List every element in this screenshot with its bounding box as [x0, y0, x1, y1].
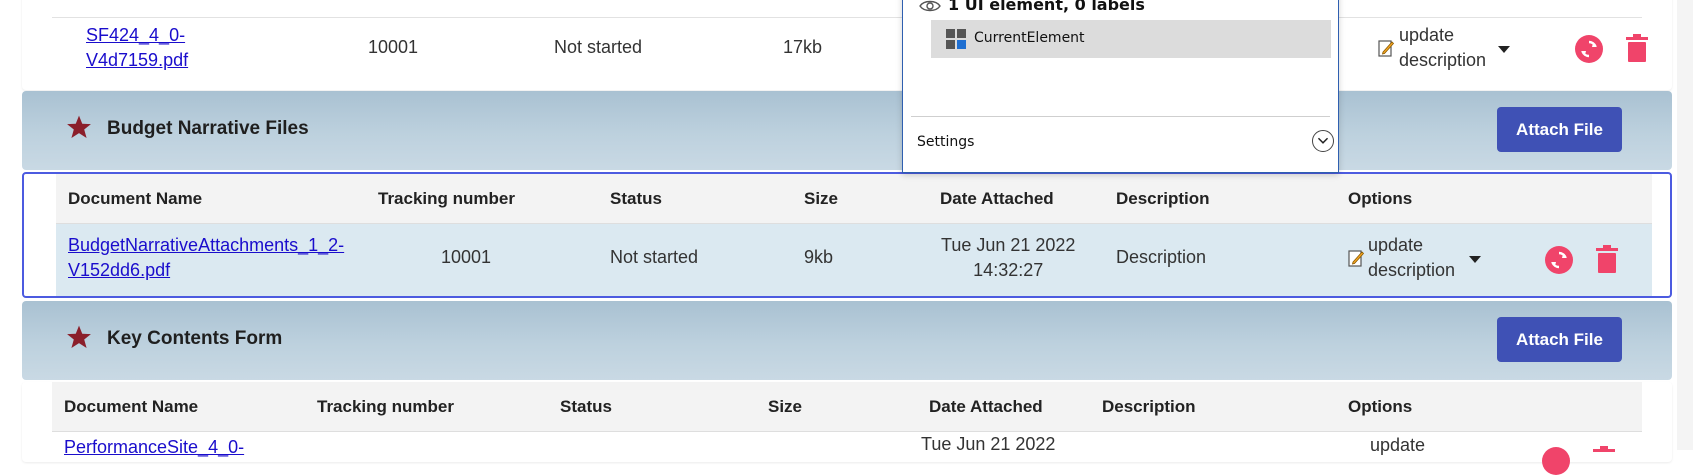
- date-attached-cell: Tue Jun 21 2022 14:32:27: [941, 233, 1075, 283]
- sync-icon[interactable]: [1545, 246, 1573, 274]
- key-contents-table: Document Name Tracking number Status Siz…: [22, 382, 1672, 475]
- chevron-down-icon[interactable]: [1312, 130, 1334, 152]
- section-title: Key Contents Form: [107, 328, 283, 349]
- column-header: Document Name: [68, 189, 203, 208]
- section-title: Budget Narrative Files: [107, 118, 309, 139]
- popup-header: 1 UI element, 0 labels: [948, 0, 1145, 14]
- status-cell: Not started: [610, 247, 699, 267]
- sync-icon[interactable]: [1542, 447, 1570, 475]
- sync-icon-glyph: [1551, 251, 1567, 269]
- sync-icon[interactable]: [1575, 35, 1603, 63]
- required-star-icon: [67, 115, 91, 139]
- date-line1: Tue Jun 21 2022: [941, 235, 1076, 255]
- document-link-line2: V4d7159.pdf: [86, 50, 189, 70]
- eye-icon: [919, 0, 941, 12]
- update-description-button[interactable]: update description: [1399, 23, 1486, 73]
- column-header: Size: [804, 189, 839, 208]
- required-star-icon: [67, 325, 91, 349]
- document-link[interactable]: PerformanceSite_4_0-: [64, 435, 244, 460]
- column-header: Size: [768, 397, 803, 416]
- update-label-line2: description: [1368, 260, 1456, 280]
- element-grid-icon: [946, 29, 966, 49]
- trash-icon[interactable]: [1626, 34, 1648, 62]
- table-header-row: Document Name Tracking number Status Siz…: [56, 174, 1652, 224]
- column-header: Document Name: [64, 397, 199, 416]
- divider: [911, 116, 1330, 117]
- table-header-row: Document Name Tracking number Status Siz…: [52, 382, 1642, 432]
- update-label-line1: update: [1368, 235, 1424, 255]
- trash-icon[interactable]: [1596, 245, 1618, 273]
- date-attached-cell: Tue Jun 21 2022: [921, 434, 1056, 454]
- edit-icon[interactable]: [1378, 39, 1394, 57]
- chevron-down-icon[interactable]: [1469, 256, 1481, 263]
- column-header: Tracking number: [378, 189, 515, 208]
- table-row: SF424_4_0- V4d7159.pdf 10001 Not started…: [52, 17, 1648, 79]
- tracking-number-cell: 10001: [368, 37, 419, 57]
- update-label-line1: update: [1399, 25, 1455, 45]
- description-cell: Description: [1116, 247, 1207, 267]
- chevron-glyph: [1317, 137, 1329, 144]
- column-header: Description: [1102, 397, 1196, 416]
- column-header: Status: [560, 397, 612, 416]
- document-link[interactable]: BudgetNarrativeAttachments_1_2- V152dd6.…: [68, 233, 344, 283]
- trash-icon[interactable]: [1593, 446, 1615, 474]
- chevron-down-icon[interactable]: [1498, 46, 1510, 53]
- key-contents-section-header: Key Contents Form Attach File: [22, 301, 1672, 380]
- table-row: PerformanceSite_4_0- Tue Jun 21 2022 upd…: [52, 432, 1642, 475]
- budget-narrative-table: Document Name Tracking number Status Siz…: [22, 172, 1672, 298]
- document-link-line1: SF424_4_0-: [86, 25, 186, 45]
- attach-file-button[interactable]: Attach File: [1497, 107, 1622, 152]
- ui-element-inspector-popup: 1 UI element, 0 labels CurrentElement Se…: [902, 0, 1339, 173]
- document-link[interactable]: SF424_4_0- V4d7159.pdf: [86, 23, 188, 73]
- tracking-number-cell: 10001: [441, 247, 492, 267]
- current-element-label: CurrentElement: [974, 30, 1085, 46]
- update-description-button[interactable]: update description: [1368, 233, 1455, 283]
- column-header: Status: [610, 189, 662, 208]
- document-link-line1: BudgetNarrativeAttachments_1_2-: [68, 235, 345, 255]
- attach-file-button[interactable]: Attach File: [1497, 317, 1622, 362]
- column-header: Description: [1116, 189, 1210, 208]
- sync-icon-glyph: [1581, 40, 1597, 58]
- sf424-card: SF424_4_0- V4d7159.pdf 10001 Not started…: [22, 0, 1672, 90]
- update-description-button[interactable]: update: [1370, 433, 1425, 458]
- budget-narrative-section-header: Budget Narrative Files Attach File: [22, 91, 1672, 170]
- page-scrollbar[interactable]: [1677, 0, 1693, 450]
- size-cell: 9kb: [804, 247, 834, 267]
- edit-icon[interactable]: [1348, 249, 1364, 267]
- date-line2: 14:32:27: [973, 260, 1044, 280]
- column-header: Options: [1348, 397, 1413, 416]
- document-link-line2: V152dd6.pdf: [68, 260, 171, 280]
- settings-label: Settings: [917, 134, 975, 150]
- update-label-line2: description: [1399, 50, 1487, 70]
- column-header: Tracking number: [317, 397, 454, 416]
- table-row: BudgetNarrativeAttachments_1_2- V152dd6.…: [56, 224, 1652, 296]
- size-cell: 17kb: [783, 37, 823, 57]
- status-cell: Not started: [554, 37, 643, 57]
- column-header: Date Attached: [929, 397, 1043, 416]
- column-header: Date Attached: [940, 189, 1054, 208]
- column-header: Options: [1348, 189, 1413, 208]
- current-element-item[interactable]: CurrentElement: [931, 20, 1331, 58]
